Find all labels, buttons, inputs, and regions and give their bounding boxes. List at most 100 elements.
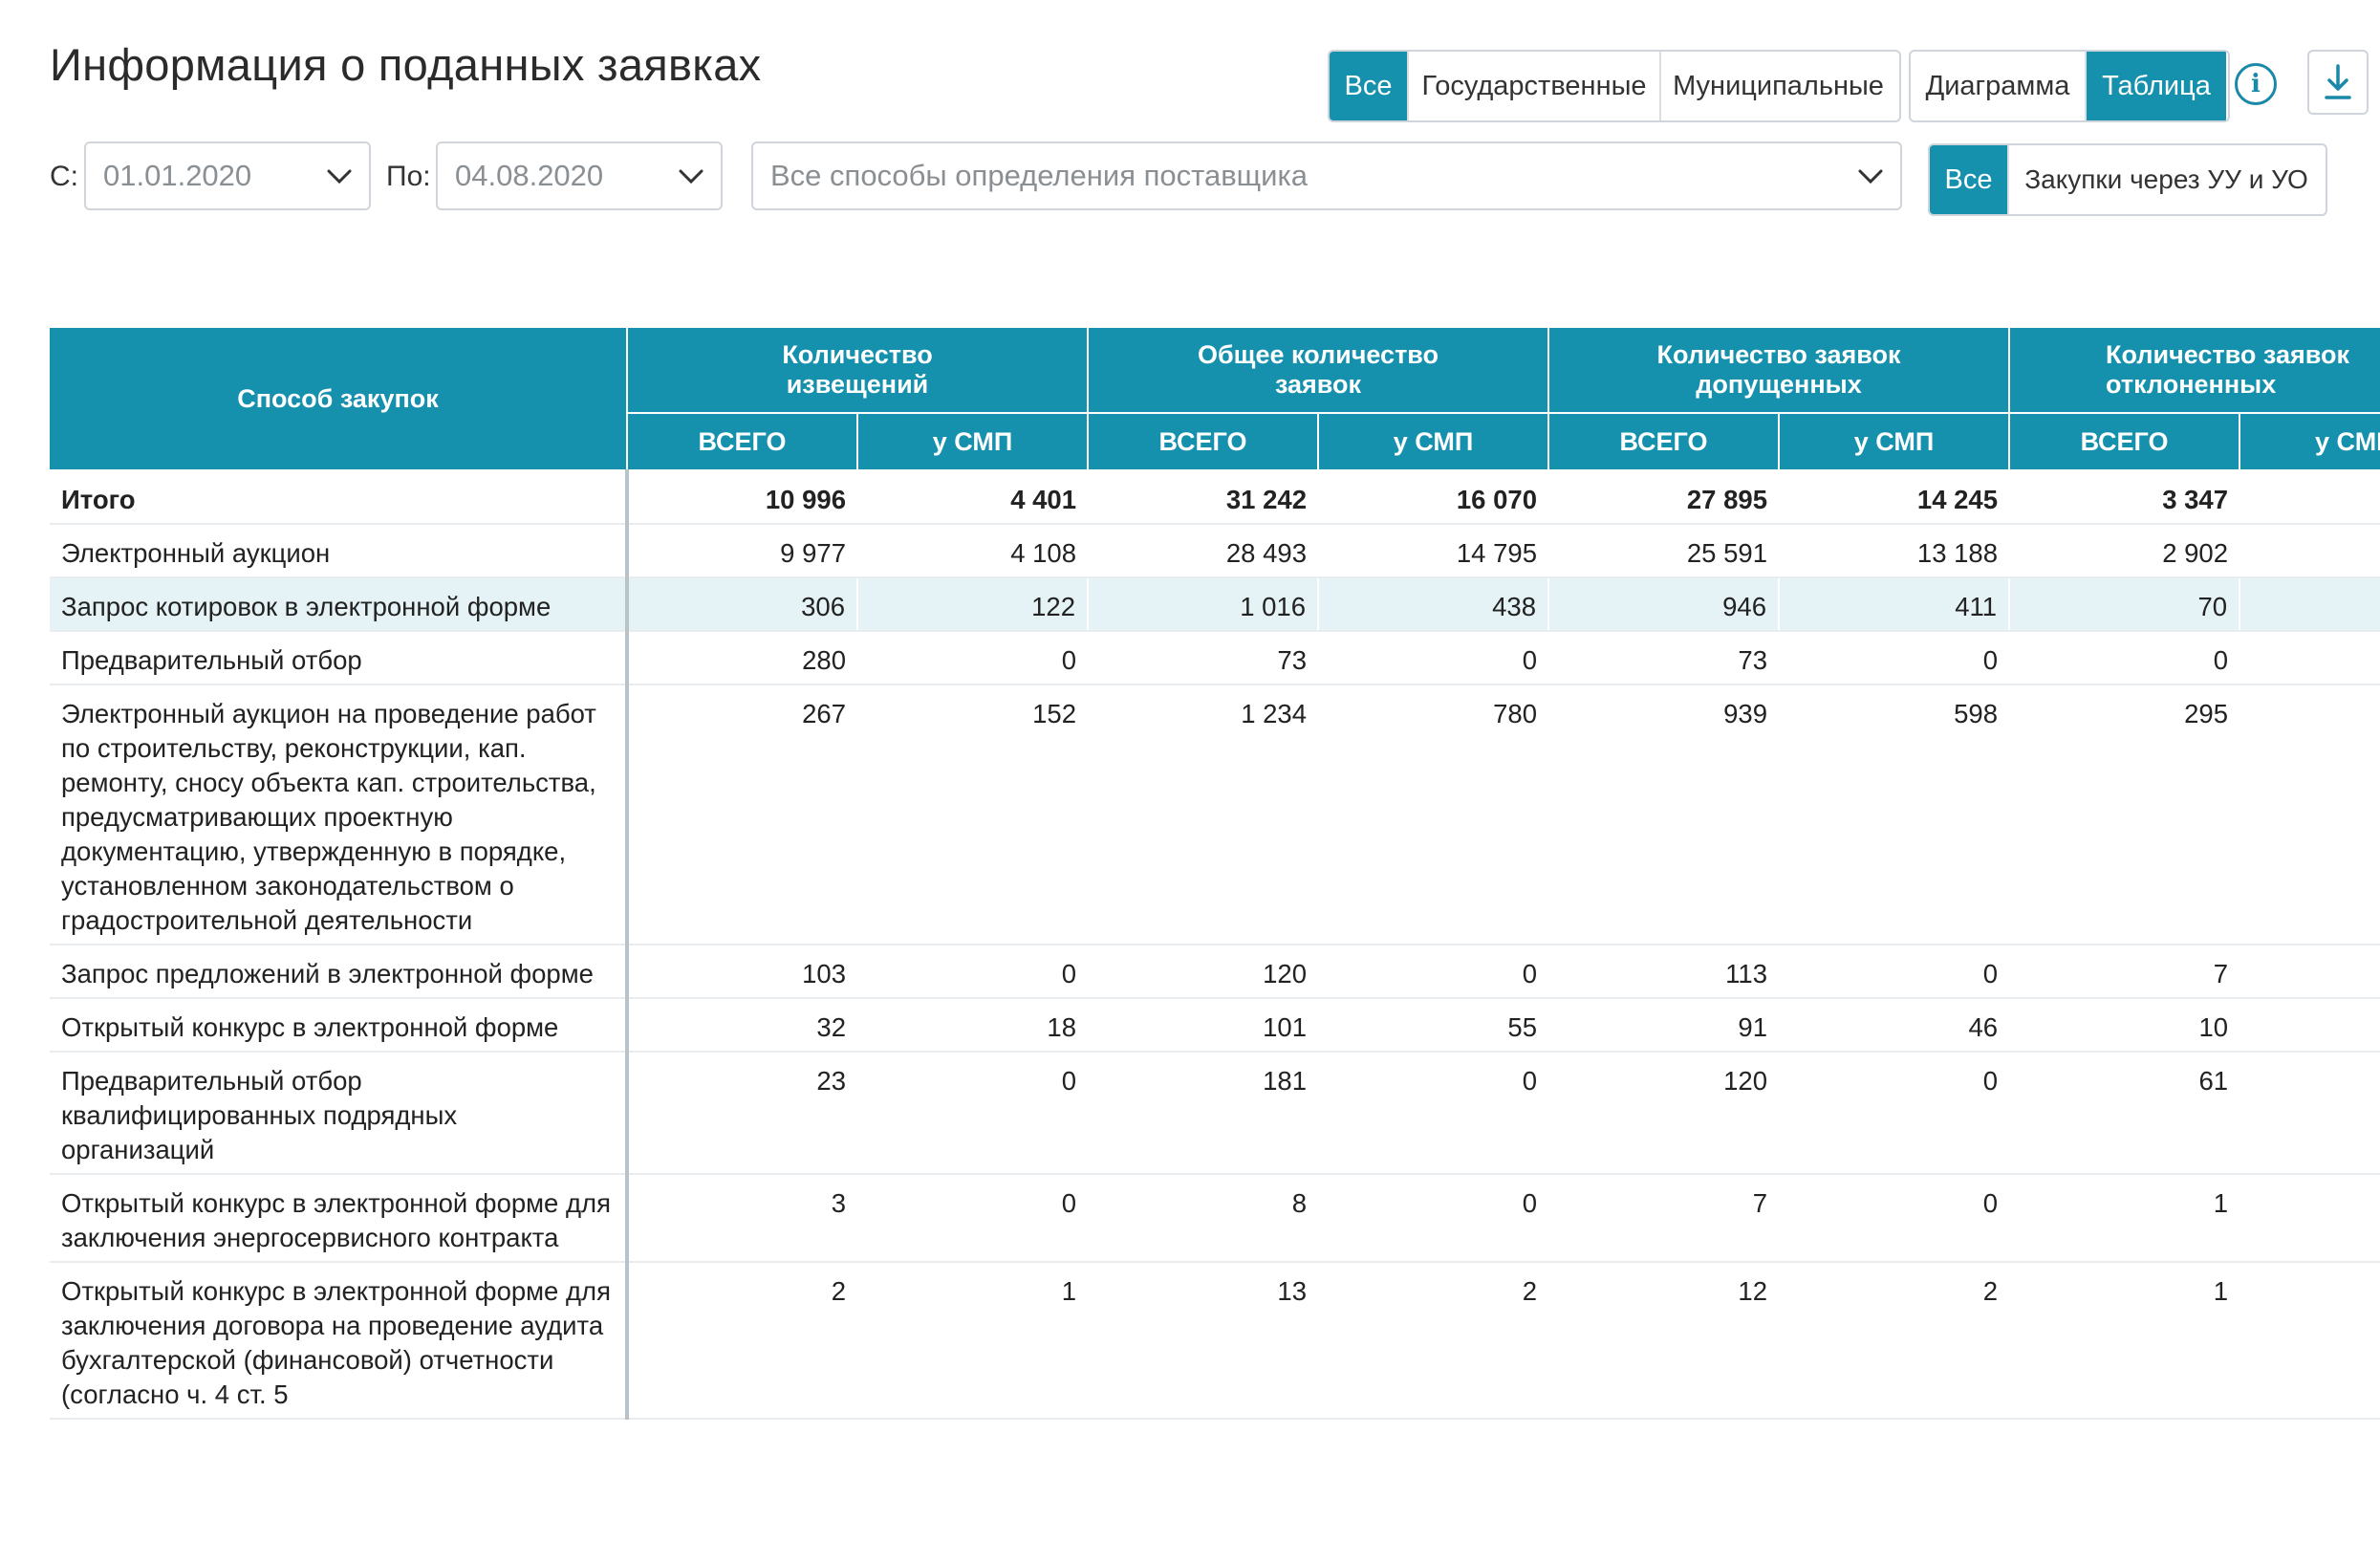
date-to-label: По:	[386, 161, 431, 192]
cell-value: 12	[1548, 1262, 1780, 1420]
row-name: Открытый конкурс в электронной форме	[50, 998, 629, 1053]
applications-table-container[interactable]: Способ закупок Количество извещений Обще…	[50, 326, 2380, 1564]
download-button[interactable]	[2307, 50, 2369, 115]
purchase-scope-toggle: Все Закупки через УУ и УО	[1928, 143, 2327, 216]
cell-value	[2239, 577, 2380, 632]
cell-value: 7	[2009, 945, 2240, 999]
cell-value: 25 591	[1548, 524, 1780, 578]
scope-all-button[interactable]: Все	[1930, 145, 2009, 214]
cell-value: 2	[627, 1262, 857, 1420]
row-name: Предварительный отбор квалифицированных …	[50, 1052, 629, 1175]
cell-value: 0	[857, 1052, 1089, 1175]
table-row: Открытый конкурс в электронной форме 32 …	[50, 998, 2380, 1053]
cell-value: 2 902	[2009, 524, 2240, 578]
cell-value: 1	[857, 1262, 1089, 1420]
cell-value: 14 795	[1318, 524, 1549, 578]
row-name: Открытый конкурс в электронной форме для…	[50, 1174, 629, 1263]
cell-value: 23	[627, 1052, 857, 1175]
cell-value	[2239, 998, 2380, 1053]
col-method-header[interactable]: Способ закупок	[50, 326, 628, 471]
sub-header-smp[interactable]: у СМП	[1317, 412, 1550, 471]
row-name: Запрос котировок в электронной форме	[50, 577, 629, 632]
cell-value: 0	[857, 945, 1089, 999]
chevron-down-icon	[1858, 169, 1883, 185]
cell-value: 13 188	[1779, 524, 2010, 578]
page-title: Информация о поданных заявках	[50, 39, 762, 90]
cell-value: 1	[2009, 1262, 2240, 1420]
cell-value: 0	[1779, 1052, 2010, 1175]
cell-value	[2239, 470, 2380, 525]
filter-all-button[interactable]: Все	[1330, 52, 1409, 120]
cell-value: 0	[1318, 631, 1549, 685]
customer-type-toggle: Все Государственные Муниципальные	[1328, 50, 1901, 122]
cell-value: 9 977	[627, 524, 857, 578]
chevron-down-icon	[327, 169, 352, 185]
filter-municipal-button[interactable]: Муниципальные	[1661, 52, 1895, 120]
cell-value: 46	[1779, 998, 2010, 1053]
table-row: Электронный аукцион 9 977 4 108 28 493 1…	[50, 524, 2380, 578]
row-name: Итого	[50, 470, 629, 525]
cell-value: 306	[626, 577, 857, 632]
table-row-highlighted: Запрос котировок в электронной форме 306…	[50, 577, 2380, 632]
cell-value: 28 493	[1088, 524, 1319, 578]
view-mode-toggle: Диаграмма Таблица	[1909, 50, 2230, 122]
cell-value: 8	[1088, 1174, 1319, 1263]
cell-value: 122	[855, 577, 1089, 632]
cell-value: 31 242	[1088, 470, 1319, 525]
sub-header-smp[interactable]: у СМП	[855, 412, 1090, 471]
cell-value: 0	[1779, 631, 2010, 685]
date-to-value: 04.08.2020	[455, 159, 604, 192]
cell-value: 120	[1088, 945, 1319, 999]
row-name: Электронный аукцион на проведение работ …	[50, 684, 629, 945]
cell-value: 2	[1318, 1262, 1549, 1420]
row-name: Электронный аукцион	[50, 524, 629, 578]
sub-header-total[interactable]: ВСЕГО	[2008, 412, 2241, 471]
cell-value: 103	[627, 945, 857, 999]
table-row: Предварительный отбор 280 0 73 0 73 0 0	[50, 631, 2380, 685]
cell-value: 1	[2009, 1174, 2240, 1263]
cell-value: 280	[627, 631, 857, 685]
date-to-select[interactable]: 04.08.2020	[436, 141, 723, 210]
table-row-total: Итого 10 996 4 401 31 242 16 070 27 895 …	[50, 470, 2380, 525]
view-chart-button[interactable]: Диаграмма	[1911, 52, 2087, 120]
cell-value: 946	[1547, 577, 1780, 632]
page: Информация о поданных заявках Все Госуда…	[0, 0, 2380, 1564]
scope-uu-uo-button[interactable]: Закупки через УУ и УО	[2009, 145, 2324, 214]
cell-value: 0	[1779, 945, 2010, 999]
row-name: Открытый конкурс в электронной форме для…	[50, 1262, 629, 1420]
cell-value: 70	[2008, 577, 2240, 632]
cell-value	[2239, 945, 2380, 999]
supplier-method-select[interactable]: Все способы определения поставщика	[751, 141, 1902, 210]
cell-value	[2239, 684, 2380, 945]
sub-header-total[interactable]: ВСЕГО	[1547, 412, 1781, 471]
group-notices-header: Количество извещений	[625, 326, 1090, 414]
download-icon	[2325, 64, 2351, 99]
sub-header-total[interactable]: ВСЕГО	[1087, 412, 1320, 471]
cell-value: 0	[1318, 945, 1549, 999]
filter-state-button[interactable]: Государственные	[1409, 52, 1661, 120]
group-rejected-header: Количество заявок отклоненных	[2008, 326, 2380, 414]
cell-value: 3 347	[2009, 470, 2240, 525]
cell-value: 0	[1318, 1174, 1549, 1263]
row-name: Предварительный отбор	[50, 631, 629, 685]
cell-value: 3	[627, 1174, 857, 1263]
cell-value: 4 401	[857, 470, 1089, 525]
date-from-select[interactable]: 01.01.2020	[84, 141, 371, 210]
cell-value: 0	[1779, 1174, 2010, 1263]
cell-value: 113	[1548, 945, 1780, 999]
sub-header-smp[interactable]: у СМП	[2239, 412, 2380, 471]
cell-value: 152	[857, 684, 1089, 945]
cell-value: 780	[1318, 684, 1549, 945]
cell-value: 73	[1548, 631, 1780, 685]
cell-value: 14 245	[1779, 470, 2010, 525]
info-icon[interactable]: i	[2235, 63, 2277, 105]
cell-value: 10 996	[627, 470, 857, 525]
sub-header-total[interactable]: ВСЕГО	[626, 412, 858, 471]
sub-header-smp[interactable]: у СМП	[1778, 412, 2011, 471]
cell-value: 0	[2009, 631, 2240, 685]
cell-value: 10	[2009, 998, 2240, 1053]
supplier-method-value: Все способы определения поставщика	[770, 159, 1308, 192]
cell-value	[2239, 1174, 2380, 1263]
cell-value: 18	[857, 998, 1089, 1053]
view-table-button[interactable]: Таблица	[2087, 52, 2226, 120]
